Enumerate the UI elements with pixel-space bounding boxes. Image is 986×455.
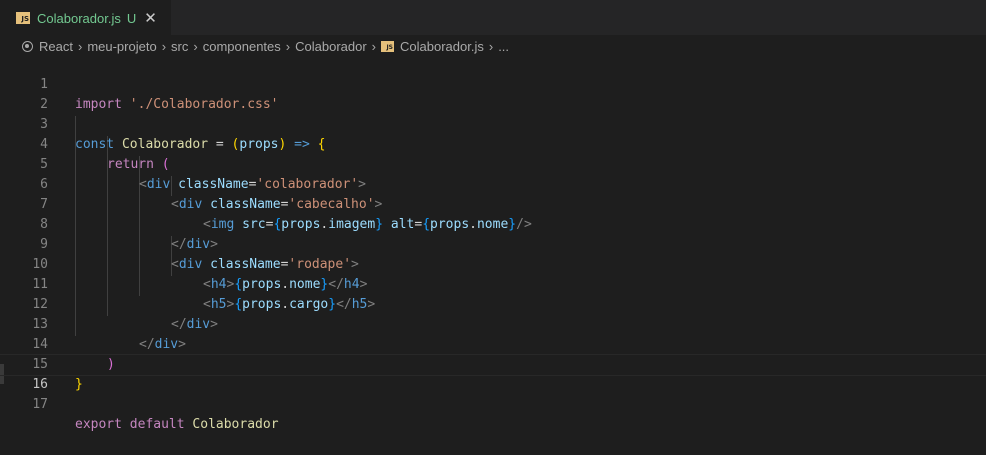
chevron-right-icon: › (371, 38, 377, 54)
chevron-right-icon: › (77, 38, 83, 54)
code-line: 7 <img src={props.imagem} alt={props.nom… (0, 175, 986, 232)
code-line: 10 <h4>{props.nome}</h4> (0, 235, 986, 292)
code-line: 1 import './Colaborador.css' (0, 55, 986, 112)
breadcrumb-item-componentes[interactable]: componentes (203, 39, 281, 54)
breadcrumb-item-meu-projeto[interactable]: meu-projeto (87, 39, 156, 54)
breadcrumb: React › meu-projeto › src › componentes … (0, 35, 986, 57)
breadcrumb-item-colaborador-folder[interactable]: Colaborador (295, 39, 367, 54)
code-line: 9 <div className='rodape'> (0, 215, 986, 272)
untracked-status-badge: U (126, 10, 137, 26)
code-line: 11 <h5>{props.cargo}</h5> (0, 255, 986, 312)
code-line: 17 export default Colaborador (0, 375, 986, 432)
javascript-file-icon: JS (16, 12, 30, 24)
code-line: 3 const Colaborador = (props) => { (0, 95, 986, 152)
code-line: 4 return ( (0, 115, 986, 172)
javascript-file-icon: JS (381, 40, 395, 52)
breadcrumb-item-react[interactable]: React (39, 39, 73, 54)
tab-colaborador-js[interactable]: JS Colaborador.js U ✕ (0, 0, 171, 35)
code-editor[interactable]: 1 import './Colaborador.css' 2 3 const C… (0, 55, 986, 432)
code-line: 8 </div> (0, 195, 986, 252)
tab-title: Colaborador.js (37, 10, 121, 26)
code-line: 13 </div> (0, 295, 986, 352)
code-text: export default Colaborador (75, 417, 279, 432)
folder-root-icon (22, 40, 33, 52)
code-line: 12 </div> (0, 275, 986, 332)
line-number: 17 (32, 397, 48, 412)
current-line-highlight: 16 (0, 354, 986, 392)
breadcrumb-item-src[interactable]: src (171, 39, 188, 54)
chevron-right-icon: › (285, 38, 291, 54)
close-icon[interactable]: ✕ (144, 10, 157, 26)
tab-bar: JS Colaborador.js U ✕ (0, 0, 986, 35)
chevron-right-icon: › (193, 38, 198, 54)
breadcrumb-item-symbols[interactable]: ... (498, 39, 509, 54)
chevron-right-icon: › (161, 38, 167, 54)
code-line: 14 ) (0, 315, 986, 372)
breadcrumb-item-colaborador-js[interactable]: Colaborador.js (400, 39, 484, 54)
code-line: 5 <div className='colaborador'> (0, 135, 986, 192)
chevron-right-icon: › (488, 38, 494, 54)
code-line: 2 (0, 75, 986, 112)
code-line: 15 } (0, 335, 986, 392)
code-line: 6 <div className='cabecalho'> (0, 155, 986, 212)
